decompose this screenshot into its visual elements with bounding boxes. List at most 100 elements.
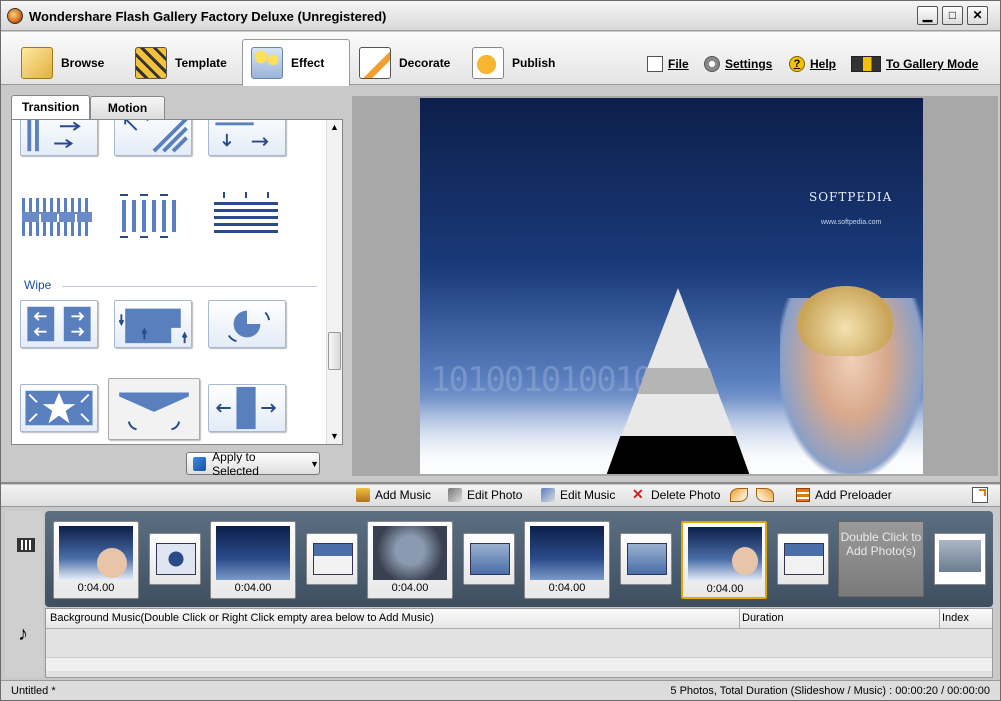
- photo-storyboard: 0:04.00 0:04.00 0:04.00 0:04.00 0:04.00 …: [45, 511, 993, 607]
- photo-slot-selected[interactable]: 0:04.00: [681, 521, 767, 599]
- photo-slot[interactable]: 0:04.00: [53, 521, 139, 599]
- settings-menu[interactable]: Settings: [704, 56, 772, 72]
- transition-list: Wipe ▲ ▼: [11, 119, 343, 445]
- wipe-star-icon: [25, 390, 93, 426]
- section-divider: [62, 286, 317, 287]
- transition-slot[interactable]: [149, 533, 201, 585]
- preview-image: 10100101001011 SOFTPEDIA www.softpedia.c…: [420, 98, 923, 474]
- transition-item[interactable]: [208, 120, 286, 156]
- empty-transition-slot[interactable]: [934, 533, 986, 585]
- edit-music-button[interactable]: Edit Music: [541, 488, 615, 502]
- preview-pane: 10100101001011 SOFTPEDIA www.softpedia.c…: [352, 96, 998, 476]
- transition-item[interactable]: [114, 300, 192, 348]
- add-music-icon: [356, 488, 370, 502]
- close-button[interactable]: ✕: [967, 6, 988, 25]
- subtab-transition[interactable]: Transition: [11, 95, 91, 120]
- dropdown-arrow-icon[interactable]: ▼: [310, 459, 319, 469]
- tab-browse[interactable]: Browse: [21, 40, 104, 85]
- expand-icon[interactable]: [972, 487, 988, 503]
- photo-slot[interactable]: 0:04.00: [367, 521, 453, 599]
- horizontal-blinds-icon: [214, 192, 278, 233]
- transition-slot[interactable]: [620, 533, 672, 585]
- photo-duration: 0:04.00: [234, 582, 272, 594]
- panel-divider[interactable]: [1, 482, 1000, 484]
- transition-item[interactable]: [208, 300, 286, 348]
- music-note-icon: ♪: [18, 623, 28, 645]
- preloader-icon: [796, 488, 810, 502]
- transition-item[interactable]: [208, 384, 286, 432]
- apply-to-selected-button[interactable]: Apply to Selected ▼: [186, 449, 320, 478]
- subtab-motion[interactable]: Motion: [90, 96, 165, 119]
- wipe-section-label: Wipe: [24, 278, 52, 292]
- column-divider[interactable]: [939, 609, 940, 629]
- tab-template-label: Template: [175, 55, 227, 70]
- music-table[interactable]: Background Music(Double Click or Right C…: [45, 608, 993, 678]
- transition-item[interactable]: [20, 192, 98, 240]
- diagonal-transition-icon: [627, 543, 667, 575]
- rotate-right-button[interactable]: [756, 488, 779, 502]
- photo-thumbnail: [530, 526, 604, 580]
- help-menu[interactable]: ? Help: [789, 56, 836, 72]
- photo-slot[interactable]: 0:04.00: [524, 521, 610, 599]
- window-title: Wondershare Flash Gallery Factory Deluxe…: [29, 9, 387, 24]
- scroll-down-icon[interactable]: ▼: [330, 431, 339, 441]
- scroll-up-icon[interactable]: ▲: [330, 122, 339, 132]
- minimize-button[interactable]: ▁: [917, 6, 938, 25]
- tab-template[interactable]: Template: [135, 40, 227, 85]
- add-photo-slot[interactable]: Double Click to Add Photo(s): [838, 521, 924, 597]
- help-icon: ?: [789, 56, 805, 72]
- transition-item[interactable]: [208, 192, 286, 240]
- rotate-left-button[interactable]: [730, 488, 753, 502]
- edit-photo-button[interactable]: Edit Photo: [448, 488, 522, 502]
- wipe-clock-icon: [227, 310, 270, 343]
- transition-item-selected[interactable]: [108, 378, 200, 440]
- apply-label: Apply to Selected: [212, 449, 259, 478]
- transition-base: [606, 436, 750, 474]
- chevron-transition-icon: [784, 543, 824, 575]
- scrollbar-thumb[interactable]: [328, 332, 341, 370]
- chevron-transition-icon: [313, 543, 353, 575]
- column-background-music[interactable]: Background Music(Double Click or Right C…: [50, 612, 434, 624]
- transition-slot[interactable]: [463, 533, 515, 585]
- column-index[interactable]: Index: [942, 612, 969, 624]
- column-duration[interactable]: Duration: [742, 612, 784, 624]
- file-menu[interactable]: File: [647, 56, 689, 72]
- delete-photo-button[interactable]: ✕ Delete Photo: [632, 487, 720, 502]
- photo-thumbnail: [688, 527, 762, 581]
- main-toolbar: Browse Template Effect Decorate Publish …: [1, 32, 1000, 86]
- tab-publish[interactable]: Publish: [472, 40, 555, 85]
- track-rail: ♪: [5, 511, 43, 677]
- tab-effect-label: Effect: [291, 56, 325, 70]
- transition-slot[interactable]: [306, 533, 358, 585]
- photo-slot[interactable]: 0:04.00: [210, 521, 296, 599]
- transition-item[interactable]: [114, 192, 192, 240]
- edit-photo-label: Edit Photo: [467, 488, 523, 502]
- gallery-mode-button[interactable]: To Gallery Mode: [851, 56, 978, 72]
- music-table-scrollbar[interactable]: [46, 657, 992, 671]
- wipe-center-bar-icon: [215, 386, 277, 430]
- edit-music-label: Edit Music: [560, 488, 616, 502]
- decorate-pencil-icon: [359, 46, 391, 79]
- edit-photo-icon: [448, 488, 462, 502]
- transition-item[interactable]: [20, 384, 98, 432]
- vertical-split-icon: [27, 120, 81, 152]
- add-music-button[interactable]: Add Music: [356, 488, 431, 502]
- column-divider[interactable]: [739, 609, 740, 629]
- help-menu-label: Help: [810, 57, 837, 71]
- wipe-split-icon: [27, 306, 91, 342]
- add-preloader-label: Add Preloader: [815, 488, 892, 502]
- transition-item[interactable]: [114, 120, 192, 156]
- maximize-button[interactable]: □: [942, 6, 963, 25]
- transition-list-scrollbar[interactable]: ▲ ▼: [326, 120, 342, 444]
- horizontal-bars-icon: [215, 122, 269, 147]
- transition-item[interactable]: [20, 120, 98, 156]
- rotate-right-icon: [756, 488, 774, 502]
- tab-effect[interactable]: Effect: [242, 39, 350, 86]
- tab-decorate[interactable]: Decorate: [359, 40, 450, 85]
- transition-item[interactable]: [20, 300, 98, 348]
- add-music-label: Add Music: [375, 488, 432, 502]
- transition-slot[interactable]: [777, 533, 829, 585]
- add-preloader-button[interactable]: Add Preloader: [796, 488, 892, 502]
- file-menu-label: File: [668, 57, 689, 71]
- photo-thumbnail: [373, 526, 447, 580]
